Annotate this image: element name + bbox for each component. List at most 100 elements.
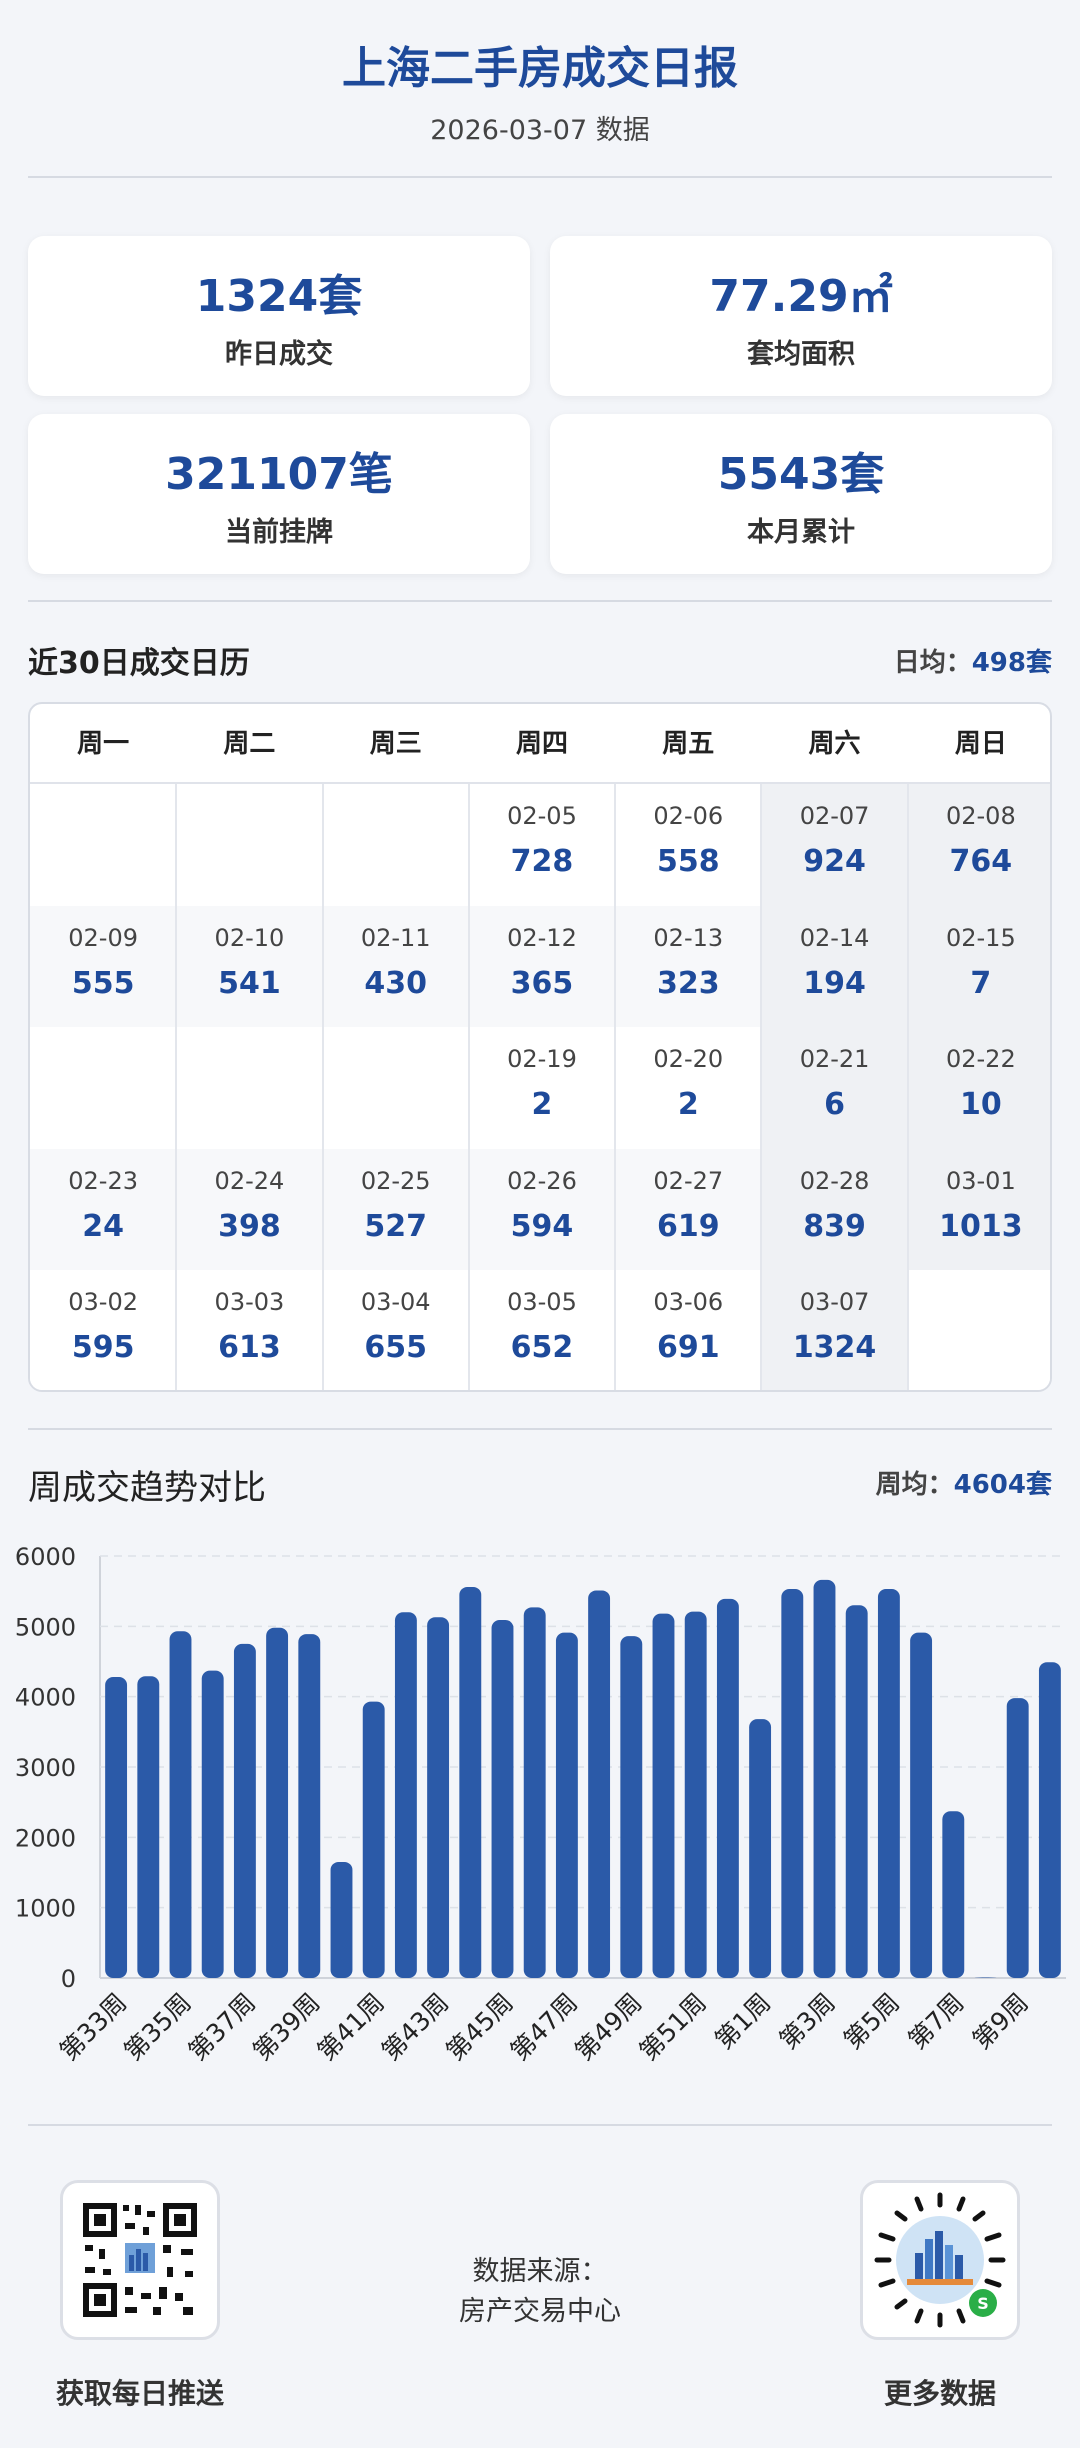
day-date: 02-06 [653,802,724,830]
stat-label: 昨日成交 [225,339,333,370]
bar [684,1611,707,1978]
calendar-day-cell: 02-20 2 [615,1027,762,1149]
stat-value: 321107笔 [165,449,393,500]
bar [233,1643,256,1978]
day-date: 02-09 [68,923,139,952]
bar [459,1586,482,1978]
calendar-day-cell: 02-09 555 [30,905,177,1028]
calendar-empty-cell [907,1270,1050,1390]
stat-card-yesterday: 1324套 昨日成交 [28,236,530,396]
calendar-day-cell: 02-26 594 [468,1148,616,1271]
day-date: 03-05 [507,1288,577,1317]
calendar-day-cell: 03-01 1013 [907,1148,1050,1271]
day-count: 839 [803,1208,866,1244]
x-tick-label: 第33周 [54,1988,132,2066]
bar [298,1634,321,1978]
day-count: 652 [510,1330,574,1366]
x-tick-label: 第51周 [634,1988,712,2066]
day-count: 430 [364,965,428,1001]
weekday-header: 周六 [808,729,861,759]
bar [137,1676,160,1978]
avg-label: 日均： [893,648,972,678]
day-count: 691 [656,1330,720,1366]
day-date: 02-25 [360,1166,431,1195]
day-date: 03-06 [653,1288,724,1317]
column-divider [614,784,617,1390]
day-count: 2 [531,1087,553,1123]
day-date: 03-03 [214,1288,285,1317]
weekday-header: 周二 [223,729,276,759]
page-title: 上海二手房成交日报 [342,43,738,94]
calendar-day-cell: 02-10 541 [176,905,323,1028]
x-tick-label: 第1周 [709,1988,776,2055]
day-count: 527 [364,1208,428,1244]
bar [394,1612,417,1978]
y-tick-label: 1000 [15,1895,76,1923]
x-tick-label: 第9周 [967,1988,1034,2055]
y-tick-label: 2000 [15,1824,76,1852]
x-tick-label: 第41周 [312,1988,390,2066]
calendar-day-cell: 03-03 613 [176,1270,323,1390]
bar [942,1811,965,1978]
column-divider [760,784,763,1390]
calendar-day-cell: 03-02 595 [30,1270,177,1390]
day-date: 02-23 [68,1166,139,1195]
x-tick-label: 第43周 [376,1988,454,2066]
bar [201,1670,224,1978]
stat-label: 本月累计 [747,517,855,548]
day-date: 02-10 [214,923,285,952]
avg-label: 周均： [875,1470,954,1500]
calendar-day-cell: 02-08 764 [907,784,1050,906]
x-tick-label: 第39周 [247,1988,325,2066]
weekday-header: 周三 [369,729,422,759]
stat-label: 当前挂牌 [225,517,333,548]
day-count: 398 [218,1208,281,1244]
calendar-day-cell: 02-22 10 [907,1027,1050,1149]
divider [28,600,1052,602]
day-count: 924 [803,844,866,879]
calendar-empty-cell [322,1027,469,1149]
day-count: 555 [71,965,135,1001]
x-tick-label: 第7周 [902,1988,969,2055]
bar [169,1631,192,1978]
bar [910,1632,933,1978]
bar [1006,1698,1029,1978]
day-count: 541 [218,965,281,1001]
divider [28,176,1052,178]
calendar-day-cell: 02-28 839 [761,1148,908,1271]
x-tick-label: 第5周 [838,1988,905,2055]
calendar-day-cell: 02-25 527 [322,1148,469,1271]
bar [491,1620,514,1978]
stat-value: 1324套 [195,271,363,322]
calendar-day-cell: 03-05 652 [468,1270,616,1390]
day-count: 194 [803,965,866,1001]
day-count: 10 [959,1087,1002,1123]
calendar-day-cell: 02-15 7 [907,905,1050,1028]
calendar-day-cell: 02-27 619 [615,1148,762,1271]
calendar-day-cell: 02-23 24 [30,1148,177,1271]
stat-card-month-total: 5543套 本月累计 [550,414,1052,574]
day-date: 02-08 [945,802,1016,830]
day-count: 365 [510,965,574,1001]
day-count: 619 [656,1208,720,1244]
calendar-day-cell: 02-24 398 [176,1148,323,1271]
bar [620,1636,643,1978]
bar [588,1590,611,1978]
day-date: 02-14 [799,923,870,952]
calendar-day-cell: 02-12 365 [468,905,616,1028]
day-count: 655 [364,1330,428,1366]
x-tick-label: 第45周 [440,1988,518,2066]
calendar-day-cell: 02-13 323 [615,905,762,1028]
day-count: 6 [824,1087,845,1123]
calendar-daily-avg: 日均：498套 [894,642,1052,679]
weekly-bar-chart: 0 1000 2000 3000 4000 5000 6000 第33周第35周第37周第39… [15,1543,1066,2066]
stat-value: 77.29㎡ [709,271,893,322]
day-date: 02-20 [653,1045,724,1074]
bar [813,1579,836,1978]
calendar-day-cell: 02-19 2 [468,1027,616,1149]
day-date: 03-02 [68,1288,139,1317]
day-count: 594 [510,1208,574,1244]
mini-program-code-more-data[interactable]: S [860,2180,1020,2340]
column-divider [321,784,324,1390]
weekday-header: 周日 [954,729,1007,759]
